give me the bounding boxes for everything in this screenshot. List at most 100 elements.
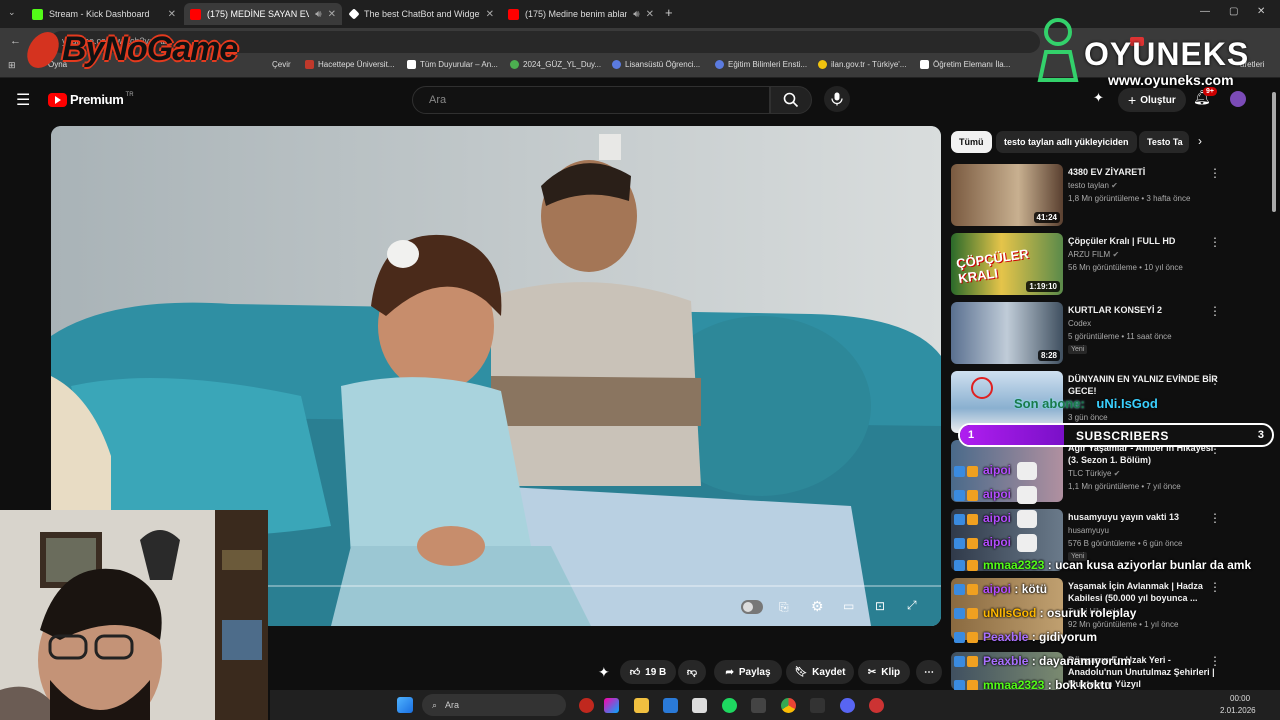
voice-search-button[interactable] (824, 86, 850, 112)
badge-icon (967, 608, 978, 620)
ai-sparkle-icon[interactable]: ✦ (598, 664, 610, 681)
tab-close-icon[interactable]: ✕ (486, 9, 494, 20)
bookmark-item[interactable]: Tüm Duyurular – An... (407, 60, 498, 69)
related-video[interactable]: 8:28 KURTLAR KONSEYİ 2 Codex 5 görüntüle… (951, 302, 1251, 368)
chip-uploader[interactable]: testo taylan adlı yükleyiciden (996, 131, 1137, 153)
search-button[interactable] (770, 86, 812, 114)
close-window-icon[interactable]: ✕ (1257, 6, 1265, 17)
fullscreen-icon[interactable]: ⤢ (907, 598, 917, 613)
share-button[interactable]: ➦ Paylaş (714, 660, 782, 684)
badge-icon (967, 513, 978, 525)
more-vertical-icon[interactable]: ⋮ (1209, 511, 1221, 525)
maximize-icon[interactable]: ▢ (1229, 6, 1238, 17)
app-icon[interactable] (869, 698, 884, 713)
badge-icon (954, 537, 965, 549)
subscriber-label: SUBSCRIBERS (1076, 429, 1169, 443)
tab-title: (175) Medine benim ablam (525, 9, 628, 19)
video-title: Çöpçüler Kralı | FULL HD (1068, 236, 1176, 246)
browser-tab-youtube-active[interactable]: (175) MEDİNE SAYAN EV Zİ 🔊︎ ✕ (184, 3, 342, 25)
chat-username: mmaa2323 (983, 558, 1045, 572)
bookmark-item[interactable]: 2024_GÜZ_YL_Duy... (510, 60, 601, 69)
chip-all[interactable]: Tümü (951, 131, 992, 153)
browser-tab-kick[interactable]: Stream - Kick Dashboard ✕ (26, 3, 182, 25)
menu-hamburger-icon[interactable]: ☰ (16, 90, 30, 110)
chat-message: aipoi (954, 534, 1038, 552)
subscriber-goal: 3 (1257, 429, 1264, 441)
subtitles-icon[interactable]: ⎘ (779, 600, 789, 615)
store-icon[interactable] (692, 698, 707, 713)
youtube-play-logo-icon (48, 92, 67, 107)
more-actions-button[interactable]: ⋯ (916, 660, 942, 684)
settings-gear-icon[interactable]: ⚙ (811, 598, 824, 615)
miniplayer-icon[interactable]: ▭ (843, 599, 854, 613)
file-explorer-icon[interactable] (634, 698, 649, 713)
bookmark-item[interactable]: Öğretim Elemanı İla... (920, 60, 1010, 69)
related-video[interactable]: ÇÖPÇÜLER KRALI 1:19:10 Çöpçüler Kralı | F… (951, 233, 1251, 299)
create-button[interactable]: + Oluştur (1118, 88, 1186, 112)
badge-icon (967, 632, 978, 644)
windows-start-icon[interactable] (397, 697, 413, 713)
tab-search-icon[interactable]: ⌄ (8, 7, 16, 18)
related-video[interactable]: 41:24 4380 EV ZİYARETİ testo taylan ✔ 1,… (951, 164, 1251, 230)
chat-username: aipoi (983, 535, 1012, 550)
apps-grid-icon[interactable]: ⊞ (8, 60, 16, 71)
verified-icon: ✔ (1112, 250, 1120, 259)
autoplay-toggle[interactable] (741, 600, 763, 614)
speaker-icon[interactable]: 🔊︎ (633, 9, 639, 20)
copilot-icon[interactable] (604, 698, 619, 713)
more-vertical-icon[interactable]: ⋮ (1209, 166, 1221, 180)
ticker-prefix: Son abone: (1014, 396, 1085, 411)
like-button[interactable]: 👍︎ 19 B (620, 660, 676, 684)
chat-emote-icon (1017, 534, 1038, 552)
browser-tab-chatbot[interactable]: The best ChatBot and Widgets ✕ (344, 3, 500, 25)
bookmark-item[interactable]: ilan.gov.tr - Türkiye'... (818, 60, 906, 69)
tab-close-icon[interactable]: ✕ (646, 9, 654, 20)
outlook-icon[interactable] (663, 698, 678, 713)
chat-text: osuruk roleplay (1047, 606, 1137, 620)
more-vertical-icon[interactable]: ⋮ (1209, 654, 1221, 668)
more-vertical-icon[interactable]: ⋮ (1209, 304, 1221, 318)
epic-games-icon[interactable] (810, 698, 825, 713)
cast-icon[interactable]: ⊡ (875, 599, 885, 613)
sidebar-scrollbar[interactable] (1272, 92, 1276, 212)
tab-close-icon[interactable]: ✕ (168, 9, 176, 20)
chip-label: Tümü (959, 137, 984, 147)
search-input[interactable]: Ara (412, 86, 770, 114)
chrome-icon[interactable] (781, 698, 796, 713)
discord-icon[interactable] (840, 698, 855, 713)
account-avatar[interactable] (1230, 91, 1246, 107)
channel-name: ARZU FILM ✔ (1068, 250, 1119, 259)
save-button[interactable]: 🔖︎ Kaydet (786, 660, 854, 684)
more-vertical-icon[interactable]: ⋮ (1209, 235, 1221, 249)
save-label: Kaydet (812, 666, 846, 678)
bookmark-item[interactable]: Hacettepe Üniversit... (305, 60, 394, 69)
dislike-button[interactable]: 👎︎ (678, 660, 706, 684)
app-icon[interactable] (751, 698, 766, 713)
notification-count-badge: 9+ (1203, 87, 1217, 96)
clip-button[interactable]: ✂ Klip (858, 660, 910, 684)
bookmark-item[interactable]: Eğitim Bilimleri Ensti... (715, 60, 807, 69)
taskbar-search[interactable]: ⌕ Ara (422, 694, 566, 716)
scissors-icon: ✂ (867, 666, 877, 678)
video-meta: 92 Mn görüntüleme • 1 yıl önce (1068, 620, 1179, 629)
youtube-logo[interactable]: Premium TR (48, 92, 134, 107)
chat-message: aipoi (954, 486, 1038, 504)
browser-tab-youtube-2[interactable]: (175) Medine benim ablam 🔊︎ ✕ (502, 3, 660, 25)
more-vertical-icon[interactable]: ⋮ (1209, 580, 1221, 594)
speaker-icon[interactable]: 🔊︎ (315, 9, 321, 20)
tab-title: The best ChatBot and Widgets (364, 9, 480, 19)
oyuneks-mascot-icon (1034, 16, 1082, 82)
new-tab-icon[interactable]: + (665, 5, 673, 20)
chip-related[interactable]: Testo Ta (1139, 131, 1189, 153)
tab-close-icon[interactable]: ✕ (328, 9, 336, 20)
minimize-icon[interactable]: — (1200, 6, 1210, 17)
more-vertical-icon[interactable]: ⋮ (1209, 373, 1221, 387)
spotify-icon[interactable] (722, 698, 737, 713)
logo-country: TR (125, 91, 134, 98)
bookmark-item[interactable]: Lisansüstü Öğrenci... (612, 60, 700, 69)
app-icon[interactable] (579, 698, 594, 713)
bookmark-item[interactable]: Çevir (272, 60, 291, 69)
ai-sparkle-icon[interactable]: ✦ (1093, 90, 1104, 106)
back-icon[interactable]: ← (10, 35, 21, 47)
chevron-right-icon[interactable]: › (1198, 134, 1202, 148)
